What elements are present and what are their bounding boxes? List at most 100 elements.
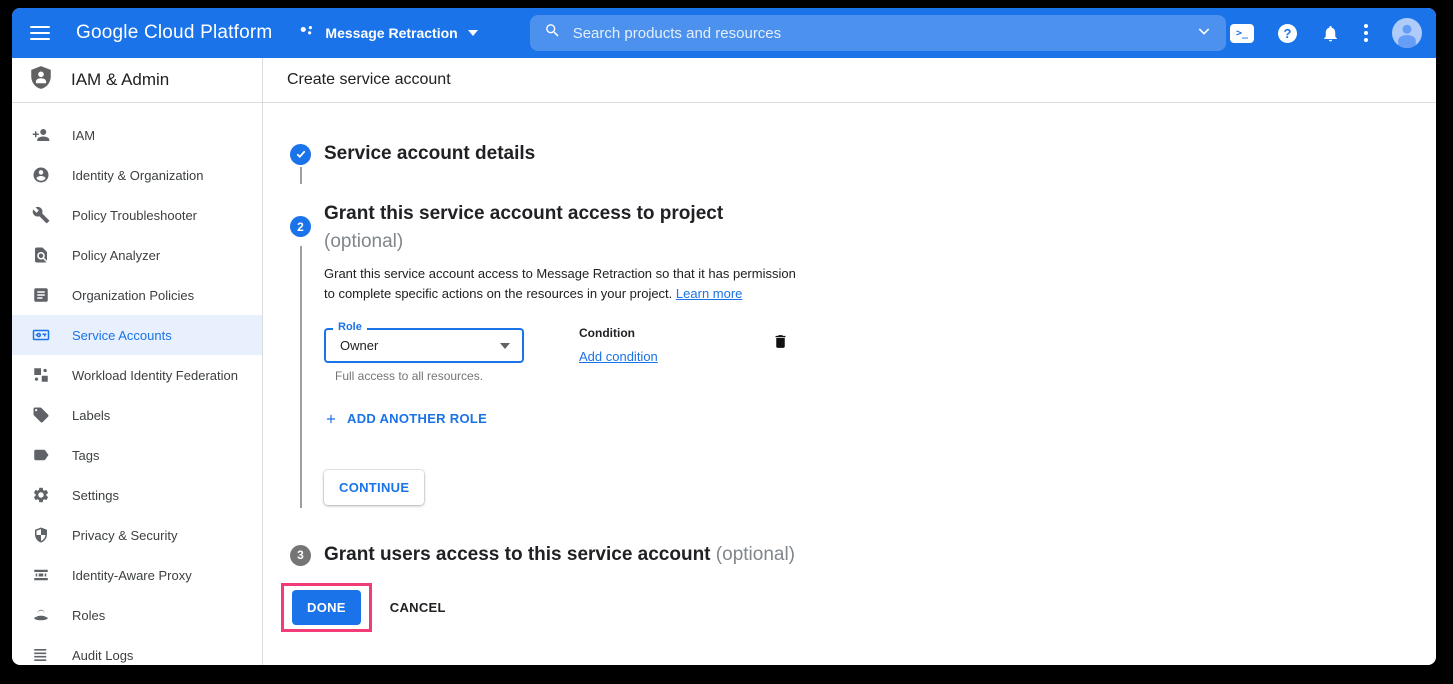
delete-role-button[interactable] [772,332,789,354]
add-condition-link[interactable]: Add condition [579,349,658,364]
project-icon [298,22,316,45]
main-panel: Create service account Service account d… [263,58,1436,665]
sidebar-item-settings[interactable]: Settings [12,475,262,515]
sidebar-item-label: Privacy & Security [72,528,177,543]
brand-logo[interactable]: Google Cloud Platform [76,22,272,44]
project-switcher[interactable]: Message Retraction [298,22,477,45]
cloud-shell-icon[interactable]: >_ [1230,24,1254,43]
list-lines-icon [32,646,50,664]
doc-lines-icon [32,286,50,304]
shield-icon [32,526,50,544]
continue-button[interactable]: CONTINUE [324,470,424,505]
sidebar-item-label: Workload Identity Federation [72,368,238,383]
hamburger-menu-icon[interactable] [30,21,54,45]
search-bar[interactable] [530,15,1226,51]
create-service-account-form: Service account details 2 Grant this ser… [263,103,1436,632]
role-helper-text: Full access to all resources. [324,369,524,383]
sidebar-item-label: Settings [72,488,119,503]
sidebar: IAM & Admin IAM Identity & Organization … [12,58,263,665]
step1-check-icon [290,144,311,165]
search-input[interactable] [573,25,1196,42]
sidebar-item-audit-logs[interactable]: Audit Logs [12,635,262,665]
dropdown-caret-icon [500,343,510,349]
sidebar-item-roles[interactable]: Roles [12,595,262,635]
sidebar-item-label: Roles [72,608,105,623]
sidebar-title: IAM & Admin [71,70,169,90]
sidebar-item-label: Identity-Aware Proxy [72,568,192,583]
search-expand-chevron-icon[interactable] [1196,23,1212,44]
step2-optional-label: (optional) [324,228,723,256]
step2-header: 2 Grant this service account access to p… [290,200,1436,256]
proxy-grid-icon [32,566,50,584]
sidebar-item-identity-organization[interactable]: Identity & Organization [12,155,262,195]
gear-icon [32,486,50,504]
condition-column: Condition Add condition [579,326,658,366]
cancel-button[interactable]: CANCEL [390,600,446,615]
topbar-actions: >_ ? [1230,18,1422,48]
sidebar-item-identity-aware-proxy[interactable]: Identity-Aware Proxy [12,555,262,595]
user-avatar[interactable] [1392,18,1422,48]
role-field-label: Role [333,321,367,333]
step3-header: 3 Grant users access to this service acc… [290,541,1436,569]
sidebar-item-policy-troubleshooter[interactable]: Policy Troubleshooter [12,195,262,235]
workload-grid-icon [32,366,50,384]
step2-number-badge: 2 [290,216,311,237]
done-button[interactable]: DONE [292,590,361,625]
help-icon[interactable]: ? [1278,24,1297,43]
project-name: Message Retraction [325,25,457,41]
sidebar-item-label: Tags [72,448,99,463]
sidebar-item-label: Identity & Organization [72,168,204,183]
browser-window: Google Cloud Platform Message Retraction… [12,8,1436,665]
step2-title: Grant this service account access to pro… [324,200,723,228]
sidebar-item-label: Policy Analyzer [72,248,160,263]
iam-admin-shield-icon [28,65,54,96]
page-header: Create service account [263,58,1436,103]
sidebar-item-privacy-security[interactable]: Privacy & Security [12,515,262,555]
tag-bookmark-icon [32,446,50,464]
description-line2: to complete specific actions on the reso… [324,284,884,304]
person-add-icon [32,126,50,144]
role-row: Role Owner Full access to all resources.… [324,328,884,383]
sidebar-item-service-accounts[interactable]: Service Accounts [12,315,262,355]
page-title: Create service account [287,71,451,89]
sidebar-item-workload-identity-federation[interactable]: Workload Identity Federation [12,355,262,395]
step-connector-line [300,246,302,508]
done-button-highlight-annotation: DONE [281,583,372,632]
sidebar-nav: IAM Identity & Organization Policy Troub… [12,103,262,665]
sidebar-header: IAM & Admin [12,58,262,103]
step1-title: Service account details [324,140,535,168]
learn-more-link[interactable]: Learn more [676,286,742,301]
search-icon [544,22,561,44]
add-another-role-button[interactable]: ADD ANOTHER ROLE [324,411,487,426]
sidebar-item-label: Labels [72,408,110,423]
sidebar-item-iam[interactable]: IAM [12,115,262,155]
chevron-down-icon [468,30,478,36]
sidebar-item-label: IAM [72,128,95,143]
sidebar-item-label: Policy Troubleshooter [72,208,197,223]
sidebar-item-organization-policies[interactable]: Organization Policies [12,275,262,315]
label-tag-icon [32,406,50,424]
service-account-key-icon [32,326,50,344]
hat-icon [32,606,50,624]
role-select[interactable]: Owner [324,328,524,363]
step2-description: Grant this service account access to Mes… [324,264,884,304]
sidebar-item-label: Service Accounts [72,328,172,343]
step1-header[interactable]: Service account details [290,140,1436,168]
sidebar-item-tags[interactable]: Tags [12,435,262,475]
role-field: Role Owner Full access to all resources. [324,328,524,383]
description-line1: Grant this service account access to Mes… [324,264,884,284]
wrench-icon [32,206,50,224]
form-actions: DONE CANCEL [281,583,1436,632]
trash-icon [772,332,789,351]
step3-number-badge: 3 [290,545,311,566]
doc-search-icon [32,246,50,264]
sidebar-item-labels[interactable]: Labels [12,395,262,435]
notifications-bell-icon[interactable] [1321,24,1340,43]
sidebar-item-policy-analyzer[interactable]: Policy Analyzer [12,235,262,275]
account-circle-icon [32,166,50,184]
step3-title: Grant users access to this service accou… [324,541,795,569]
step-connector-line [300,167,302,184]
more-options-icon[interactable] [1364,24,1368,42]
sidebar-item-label: Organization Policies [72,288,194,303]
step3-optional-label: (optional) [716,544,795,565]
